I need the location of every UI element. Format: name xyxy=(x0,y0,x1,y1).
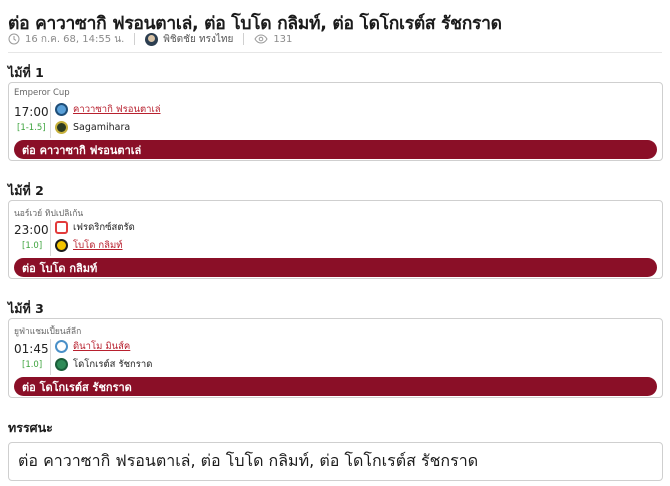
pair-heading-1: ไม้ที่ 1 xyxy=(8,65,44,80)
eye-icon xyxy=(254,34,268,44)
column-divider xyxy=(50,339,51,375)
pick-bar: ต่อ คาวาซากิ ฟรอนตาเล่ xyxy=(14,140,657,159)
title-divider xyxy=(8,52,662,53)
away-team[interactable]: โบโด กลิมท์ xyxy=(55,237,123,253)
pick-bar: ต่อ โบโด กลิมท์ xyxy=(14,258,657,277)
team-name[interactable]: คาวาซากิ ฟรอนตาเล่ xyxy=(73,102,161,117)
team-name[interactable]: Sagamihara xyxy=(73,122,130,133)
match-card-3: ยูฟ่าแชมเปี้ยนส์ลีก 01:45 [1.0] ดินาโม ม… xyxy=(8,318,663,398)
author-name[interactable]: พิชิตชัย ทรงไทย xyxy=(163,32,233,47)
home-team[interactable]: เฟรดริกซ์สตรัด xyxy=(55,219,135,235)
pair-heading-3: ไม้ที่ 3 xyxy=(8,301,44,316)
meta-divider xyxy=(134,33,136,45)
away-team[interactable]: Sagamihara xyxy=(55,119,130,135)
league-name: ยูฟ่าแชมเปี้ยนส์ลีก xyxy=(14,327,82,337)
team-logo-icon xyxy=(55,357,68,371)
pair-heading-2: ไม้ที่ 2 xyxy=(8,183,44,198)
home-team[interactable]: คาวาซากิ ฟรอนตาเล่ xyxy=(55,101,161,117)
match-card-2: นอร์เวย์ ทิปเปลิเก้น 23:00 [1.0] เฟรดริก… xyxy=(8,200,663,279)
home-team[interactable]: ดินาโม มินส์ค xyxy=(55,338,130,354)
team-logo-icon xyxy=(55,339,68,353)
team-logo-icon xyxy=(55,102,68,116)
team-name[interactable]: โบโด กลิมท์ xyxy=(73,238,123,253)
clock-icon xyxy=(8,33,20,45)
column-divider xyxy=(50,102,51,138)
handicap-odds: [1-1.5] xyxy=(17,123,46,133)
league-name: Emperor Cup xyxy=(14,88,70,98)
summary-box: ต่อ คาวาซากิ ฟรอนตาเล่, ต่อ โบโด กลิมท์,… xyxy=(8,442,663,481)
away-team[interactable]: โดโกเรต์ส รัชกราด xyxy=(55,356,152,372)
handicap-odds: [1.0] xyxy=(22,241,43,251)
kickoff-time: 01:45 xyxy=(14,342,49,356)
team-name[interactable]: เฟรดริกซ์สตรัด xyxy=(73,220,135,235)
summary-heading: ทรรศนะ xyxy=(8,420,53,435)
team-name[interactable]: โดโกเรต์ส รัชกราด xyxy=(73,357,152,372)
article-date: 16 ก.ค. 68, 14:55 น. xyxy=(25,33,125,45)
team-logo-icon xyxy=(55,238,68,252)
team-logo-icon xyxy=(55,120,68,134)
author-avatar[interactable] xyxy=(145,32,159,46)
match-card-1: Emperor Cup 17:00 [1-1.5] คาวาซากิ ฟรอนต… xyxy=(8,82,663,161)
pick-bar: ต่อ โดโกเรต์ส รัชกราด xyxy=(14,377,657,396)
handicap-odds: [1.0] xyxy=(22,360,43,370)
meta-divider xyxy=(243,33,245,45)
column-divider xyxy=(50,220,51,256)
view-count: 131 xyxy=(273,33,293,45)
article-meta: 16 ก.ค. 68, 14:55 น. พิชิตชัย ทรงไทย 131 xyxy=(8,31,292,47)
kickoff-time: 17:00 xyxy=(14,105,49,119)
kickoff-time: 23:00 xyxy=(14,223,49,237)
team-logo-icon xyxy=(55,220,68,234)
league-name: นอร์เวย์ ทิปเปลิเก้น xyxy=(14,209,84,219)
team-name[interactable]: ดินาโม มินส์ค xyxy=(73,339,130,354)
